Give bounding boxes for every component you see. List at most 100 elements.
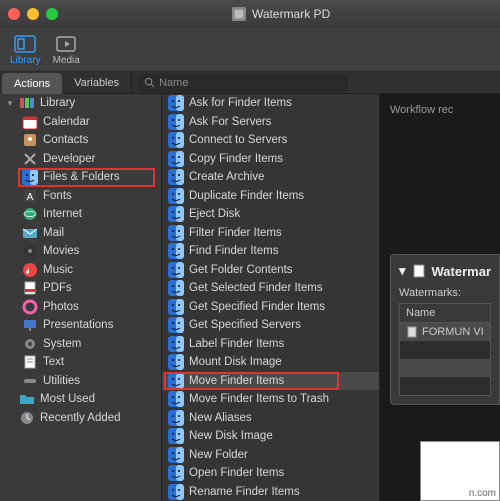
- finder-icon: [168, 243, 184, 259]
- finder-icon: [168, 225, 184, 241]
- action-item[interactable]: Filter Finder Items: [162, 224, 379, 243]
- category-icon: [22, 373, 38, 389]
- category-fonts[interactable]: A Fonts: [0, 187, 161, 206]
- category-label: Utilities: [43, 375, 80, 387]
- most-used[interactable]: Most Used: [0, 390, 161, 409]
- category-internet[interactable]: Internet: [0, 205, 161, 224]
- file-icon: [406, 326, 418, 338]
- finder-icon: [168, 447, 184, 463]
- category-label: Calendar: [43, 116, 90, 128]
- category-contacts[interactable]: Contacts: [0, 131, 161, 150]
- category-icon: [22, 243, 38, 259]
- action-item[interactable]: New Aliases: [162, 409, 379, 428]
- category-mail[interactable]: Mail: [0, 224, 161, 243]
- action-label: Rename Finder Items: [189, 486, 300, 498]
- category-presentations[interactable]: Presentations: [0, 316, 161, 335]
- category-icon: [22, 262, 38, 278]
- category-files-folders[interactable]: Files & Folders: [0, 168, 161, 187]
- finder-icon: [168, 465, 184, 481]
- table-row[interactable]: [400, 341, 490, 359]
- action-item[interactable]: New Folder: [162, 446, 379, 465]
- library-toolbar-button[interactable]: Library: [10, 35, 41, 66]
- table-row[interactable]: [400, 359, 490, 377]
- recently-added[interactable]: Recently Added: [0, 409, 161, 428]
- window-title: Watermark PD: [232, 7, 330, 21]
- document-icon: [412, 264, 426, 278]
- category-label: Internet: [43, 208, 82, 220]
- finder-icon: [168, 95, 184, 111]
- action-item[interactable]: New Disk Image: [162, 427, 379, 446]
- library-icon: [14, 35, 36, 53]
- finder-icon: [168, 114, 184, 130]
- category-icon: [22, 151, 38, 167]
- category-icon: [22, 206, 38, 222]
- action-item[interactable]: Find Finder Items: [162, 242, 379, 261]
- action-item[interactable]: Mount Disk Image: [162, 353, 379, 372]
- category-label: Text: [43, 356, 64, 368]
- action-item[interactable]: Create Archive: [162, 168, 379, 187]
- zoom-button[interactable]: [46, 8, 58, 20]
- finder-icon: [168, 428, 184, 444]
- category-icon: [22, 132, 38, 148]
- media-icon: [55, 35, 77, 53]
- action-label: Connect to Servers: [189, 134, 287, 146]
- category-label: Presentations: [43, 319, 113, 331]
- minimize-button[interactable]: [27, 8, 39, 20]
- table-row[interactable]: FORMUN VI: [400, 323, 490, 341]
- action-item[interactable]: Connect to Servers: [162, 131, 379, 150]
- finder-icon: [168, 132, 184, 148]
- watermark-text: n.com: [469, 488, 496, 499]
- search-icon: [144, 77, 155, 88]
- finder-icon: [168, 354, 184, 370]
- action-item[interactable]: Move Finder Items to Trash: [162, 390, 379, 409]
- action-item[interactable]: Label Finder Items: [162, 335, 379, 354]
- action-item[interactable]: Open Finder Items: [162, 464, 379, 483]
- close-button[interactable]: [8, 8, 20, 20]
- search-input[interactable]: Name: [138, 74, 348, 92]
- action-item[interactable]: Rename Finder Items: [162, 483, 379, 501]
- action-label: Mount Disk Image: [189, 356, 282, 368]
- finder-icon: [168, 262, 184, 278]
- action-item[interactable]: Get Selected Finder Items: [162, 279, 379, 298]
- library-root[interactable]: ▾Library: [0, 94, 161, 113]
- category-system[interactable]: System: [0, 335, 161, 354]
- action-item[interactable]: Get Specified Finder Items: [162, 298, 379, 317]
- finder-icon: [168, 317, 184, 333]
- actions-list[interactable]: Ask for Finder ItemsAsk For Servers Conne…: [162, 94, 380, 501]
- action-label: Label Finder Items: [189, 338, 284, 350]
- action-item[interactable]: Eject Disk: [162, 205, 379, 224]
- media-toolbar-button[interactable]: Media: [53, 35, 80, 66]
- category-label: Fonts: [43, 190, 72, 202]
- category-developer[interactable]: Developer: [0, 150, 161, 169]
- action-item[interactable]: Move Finder Items: [162, 372, 379, 391]
- category-utilities[interactable]: Utilities: [0, 372, 161, 391]
- action-item[interactable]: Get Specified Servers: [162, 316, 379, 335]
- category-photos[interactable]: Photos: [0, 298, 161, 317]
- category-list[interactable]: ▾Library Calendar Contacts Developer Files &…: [0, 94, 162, 501]
- tab-actions[interactable]: Actions: [2, 73, 62, 94]
- disclosure-icon[interactable]: ▾: [399, 263, 406, 279]
- action-item[interactable]: Get Folder Contents: [162, 261, 379, 280]
- category-music[interactable]: Music: [0, 261, 161, 280]
- library-icon: [19, 95, 35, 111]
- titlebar: Watermark PD: [0, 0, 500, 28]
- category-icon: A: [22, 188, 38, 204]
- action-label: New Disk Image: [189, 430, 273, 442]
- action-item[interactable]: Ask for Finder Items: [162, 94, 379, 113]
- tab-variables[interactable]: Variables: [62, 72, 132, 93]
- action-label: Get Specified Finder Items: [189, 301, 325, 313]
- category-movies[interactable]: Movies: [0, 242, 161, 261]
- category-label: Developer: [43, 153, 95, 165]
- action-item[interactable]: Duplicate Finder Items: [162, 187, 379, 206]
- action-item[interactable]: Copy Finder Items: [162, 150, 379, 169]
- category-pdfs[interactable]: PDFs: [0, 279, 161, 298]
- finder-icon: [168, 188, 184, 204]
- category-text[interactable]: Text: [0, 353, 161, 372]
- action-label: Copy Finder Items: [189, 153, 283, 165]
- action-item[interactable]: Ask For Servers: [162, 113, 379, 132]
- category-calendar[interactable]: Calendar: [0, 113, 161, 132]
- watermarks-table[interactable]: Name FORMUN VI: [399, 303, 491, 396]
- action-label: Move Finder Items: [189, 375, 284, 387]
- table-row[interactable]: [400, 377, 490, 395]
- workflow-area[interactable]: Workflow rec ▾ Watermar Watermarks: Name…: [380, 94, 500, 501]
